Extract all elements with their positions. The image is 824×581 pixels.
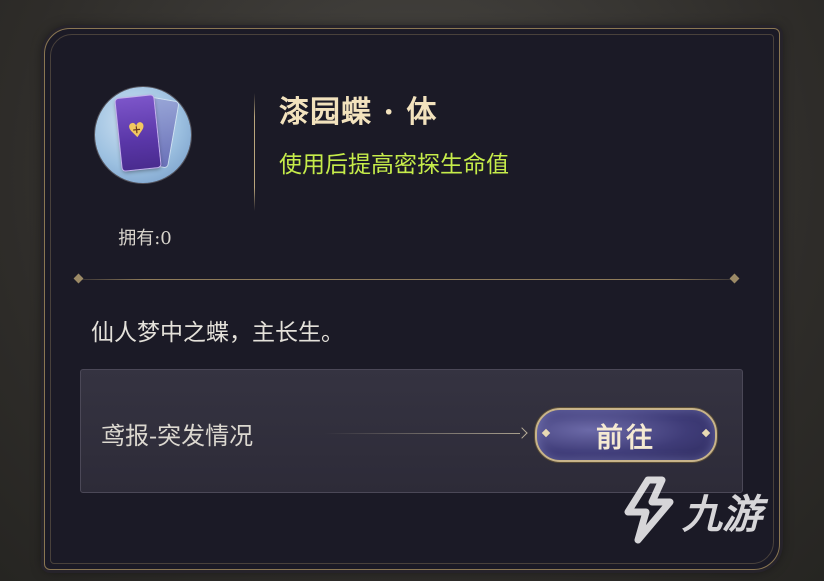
arrow-right-icon	[516, 427, 528, 439]
sparkle-icon	[541, 428, 551, 438]
horizontal-divider	[79, 279, 735, 280]
item-effect: 使用后提高密探生命值	[279, 152, 509, 178]
watermark: 九游	[620, 476, 762, 546]
purple-card-icon: ♥ +	[95, 87, 191, 183]
item-description: 仙人梦中之蝶，主长生。	[91, 320, 344, 346]
heart-icon: ♥ +	[126, 117, 147, 143]
owned-count: 拥有:0	[118, 228, 172, 249]
jiuyou-logo	[624, 476, 674, 544]
source-row: 鸢报-突发情况 前往	[80, 369, 743, 493]
vertical-divider	[254, 93, 255, 211]
arrow-line	[324, 433, 520, 434]
card-front: ♥ +	[115, 95, 161, 171]
cross-icon: +	[131, 122, 142, 137]
divider-ornament-right	[729, 273, 740, 284]
item-name: 漆园蝶 · 体	[279, 95, 438, 130]
source-label: 鸢报-突发情况	[101, 422, 254, 450]
go-button[interactable]: 前往	[535, 408, 717, 462]
go-button-label: 前往	[596, 422, 656, 454]
sparkle-icon	[701, 428, 711, 438]
watermark-text: 九游	[682, 492, 762, 538]
